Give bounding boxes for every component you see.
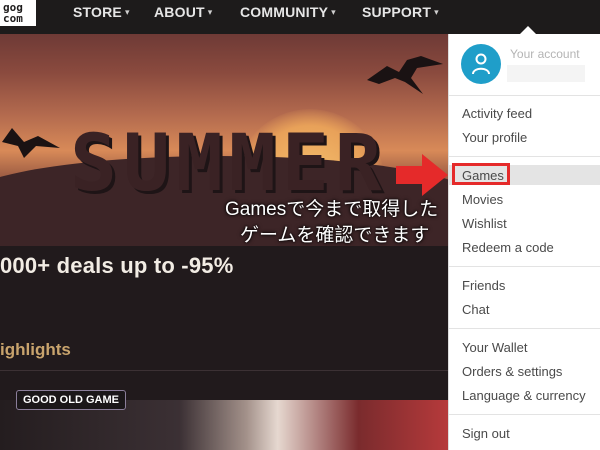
nav-store[interactable]: STORE ▾	[73, 4, 130, 20]
nav-support-label: SUPPORT	[362, 4, 432, 20]
menu-language-currency[interactable]: Language & currency	[462, 388, 586, 403]
menu-sign-out[interactable]: Sign out	[462, 426, 510, 441]
menu-orders-settings[interactable]: Orders & settings	[462, 364, 562, 379]
nav-community-label: COMMUNITY	[240, 4, 329, 20]
good-old-game-badge: GOOD OLD GAME	[16, 390, 126, 410]
account-name-placeholder	[507, 65, 585, 82]
arrow-right-icon	[396, 154, 448, 196]
deals-headline[interactable]: 000+ deals up to -95%	[0, 253, 233, 279]
menu-redeem-code[interactable]: Redeem a code	[462, 240, 554, 255]
menu-friends[interactable]: Friends	[462, 278, 505, 293]
menu-divider	[449, 328, 600, 329]
account-dropdown: Your account Activity feed Your profile …	[448, 34, 600, 450]
menu-your-wallet[interactable]: Your Wallet	[462, 340, 528, 355]
menu-wishlist[interactable]: Wishlist	[462, 216, 507, 231]
highlights-heading: ighlights	[0, 340, 71, 359]
menu-divider	[449, 266, 600, 267]
nav-community[interactable]: COMMUNITY ▾	[240, 4, 336, 20]
bird-icon	[2, 128, 60, 158]
gog-logo[interactable]: gog com	[0, 0, 36, 26]
avatar[interactable]	[461, 44, 501, 84]
logo-line2: com	[3, 12, 23, 25]
dropdown-caret	[520, 26, 536, 34]
menu-divider	[449, 156, 600, 157]
nav-support[interactable]: SUPPORT ▾	[362, 4, 439, 20]
menu-chat[interactable]: Chat	[462, 302, 489, 317]
chevron-down-icon: ▾	[124, 7, 130, 17]
annotation-caption-line2: ゲームを確認できます	[240, 225, 430, 246]
chevron-down-icon: ▾	[434, 7, 439, 17]
your-account-label[interactable]: Your account	[510, 47, 580, 61]
user-icon	[472, 53, 490, 75]
menu-your-profile[interactable]: Your profile	[462, 130, 527, 145]
menu-divider	[449, 414, 600, 415]
highlights-divider	[0, 370, 448, 371]
menu-divider	[449, 95, 600, 96]
chevron-down-icon: ▾	[331, 7, 336, 17]
games-highlight-box	[452, 163, 510, 185]
nav-store-label: STORE	[73, 4, 122, 20]
menu-activity-feed[interactable]: Activity feed	[462, 106, 532, 121]
nav-about-label: ABOUT	[154, 4, 205, 20]
bird-icon	[367, 56, 443, 94]
nav-about[interactable]: ABOUT ▾	[154, 4, 213, 20]
chevron-down-icon: ▾	[207, 7, 213, 17]
top-nav: gog com STORE ▾ ABOUT ▾ COMMUNITY ▾ SUPPORT…	[0, 0, 600, 34]
menu-movies[interactable]: Movies	[462, 192, 503, 207]
annotation-caption-line1: Gamesで今まで取得した	[225, 199, 439, 220]
